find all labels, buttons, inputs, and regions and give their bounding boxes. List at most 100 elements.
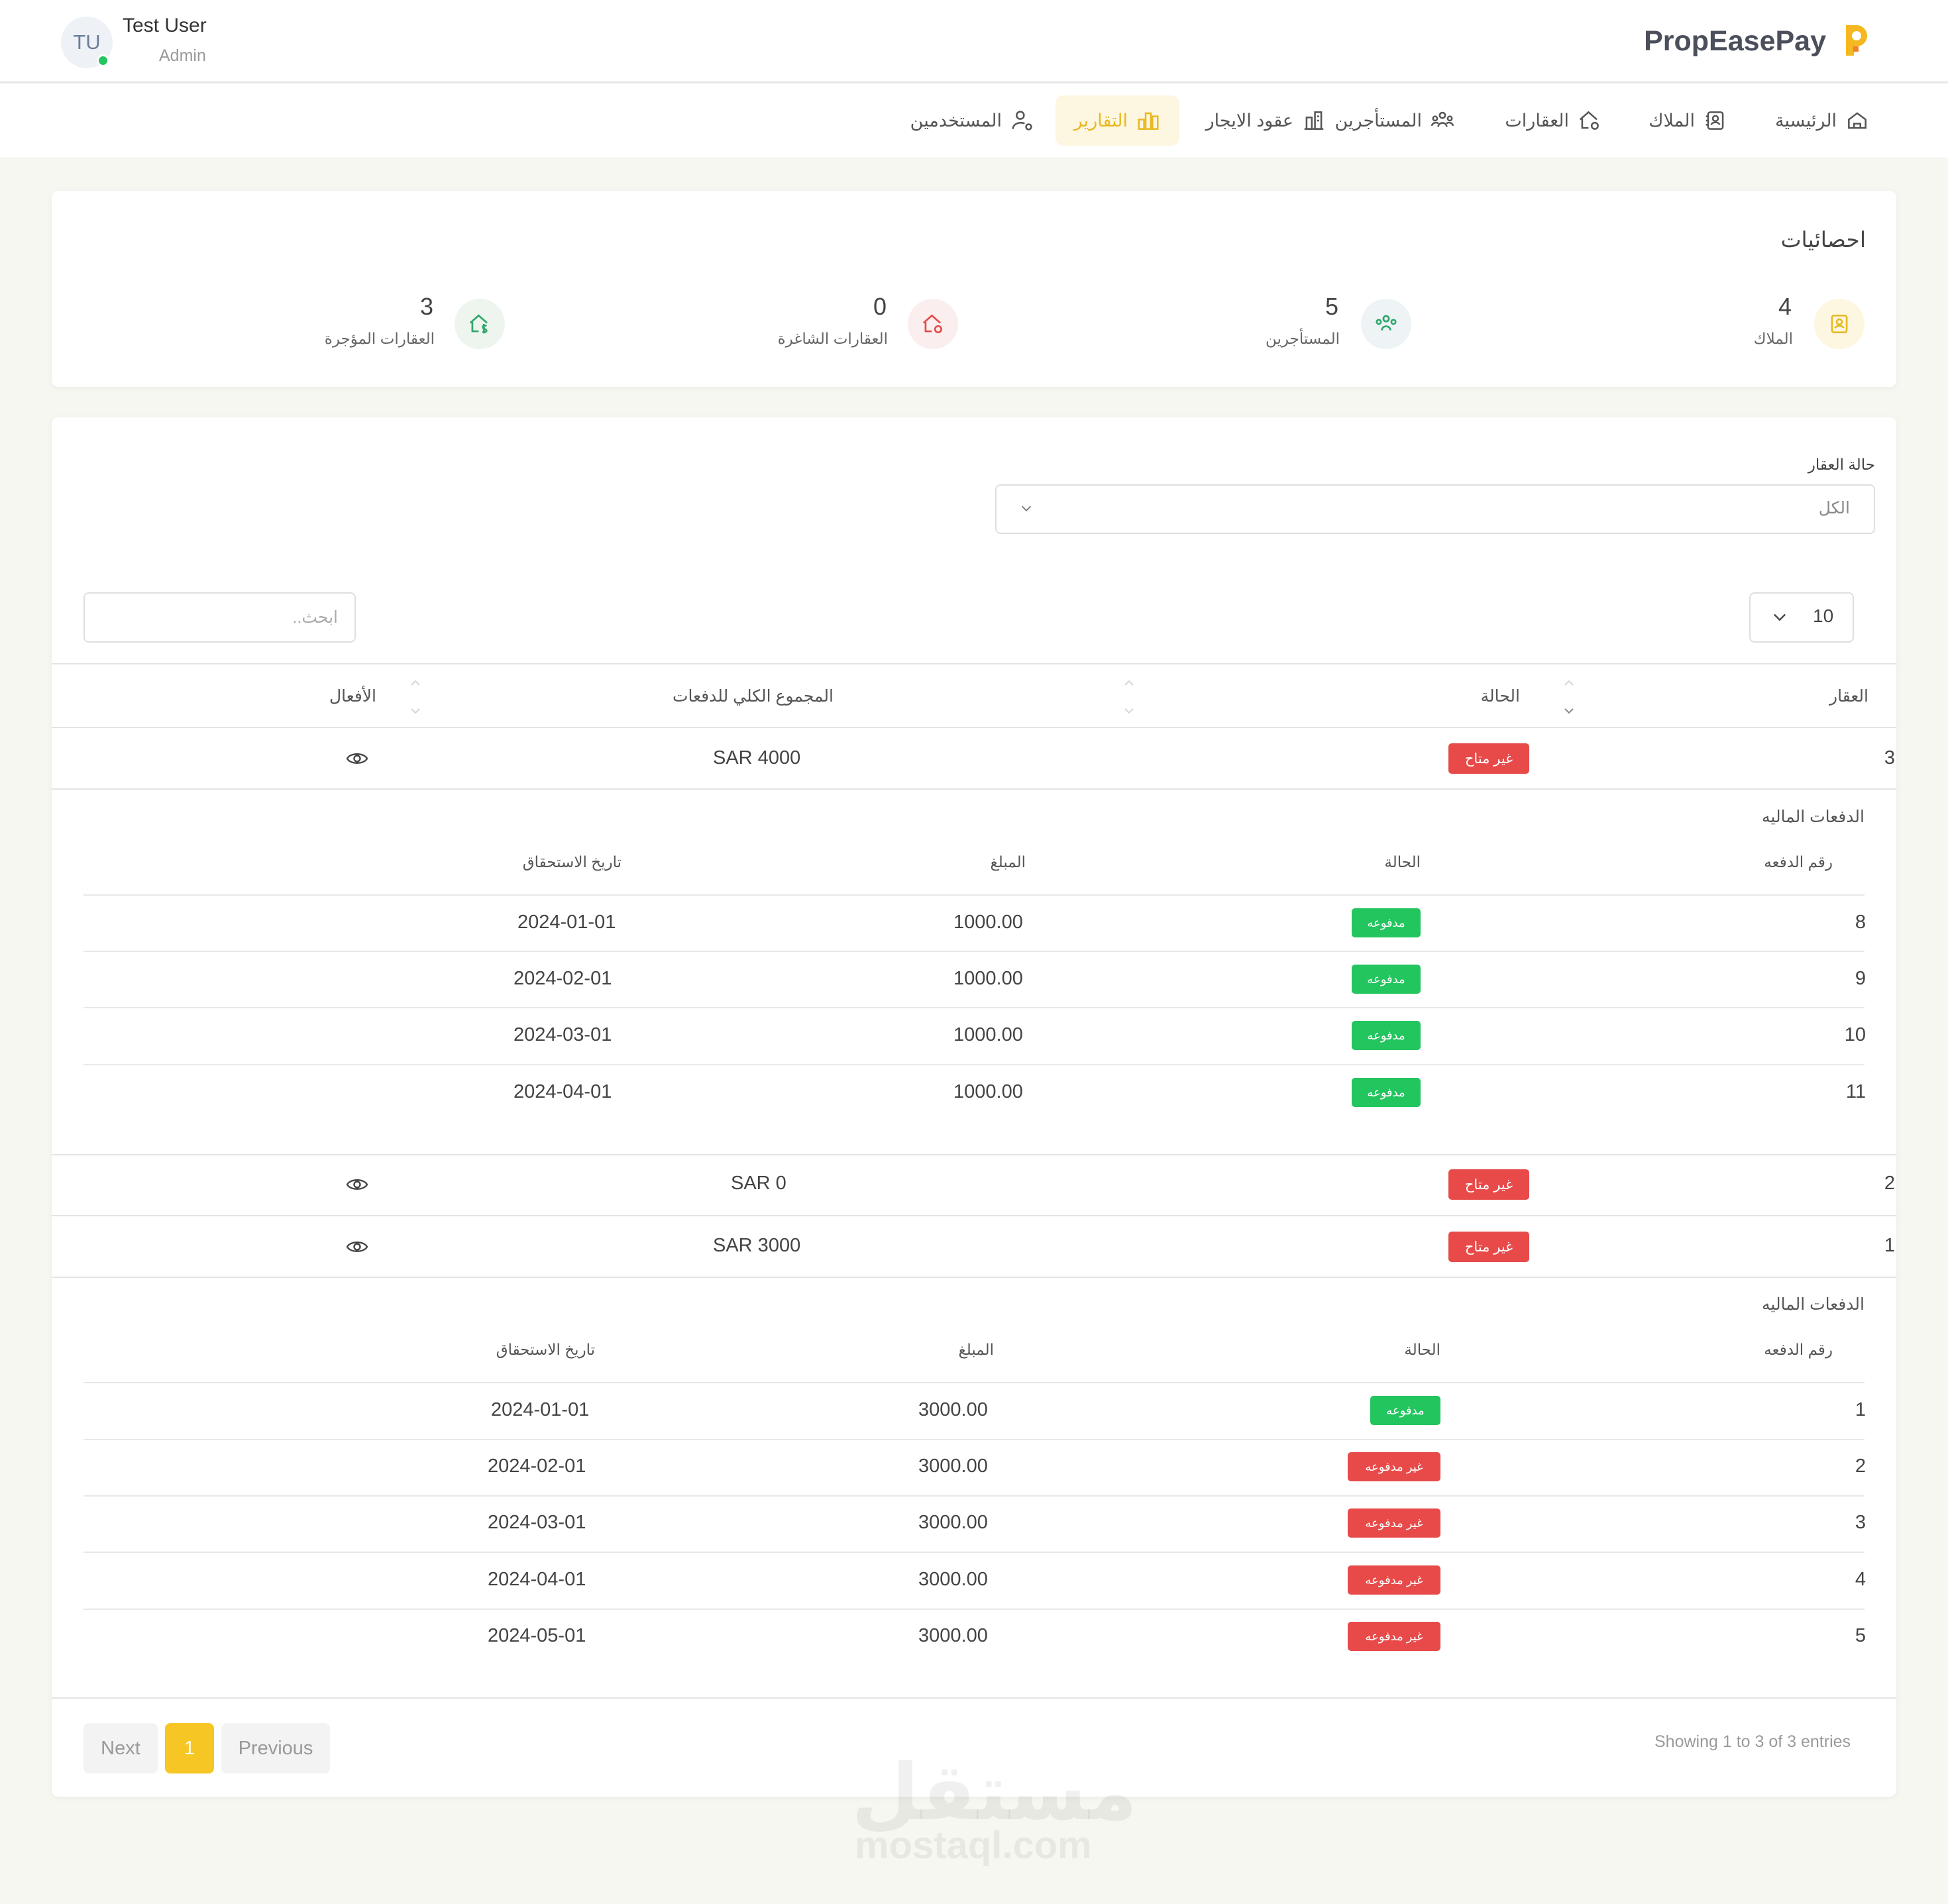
nav-reports-label: التقارير (1073, 110, 1128, 131)
house-gear-icon (1579, 111, 1599, 130)
stat-rented-badge (455, 299, 505, 349)
owners-icon (1705, 111, 1724, 130)
property-status-select[interactable] (995, 484, 1875, 534)
payment-due-date: 2024-04-01 (514, 1081, 612, 1102)
cell-property: 2 (1884, 1173, 1895, 1194)
page-size-value: 10 (1813, 606, 1834, 626)
payments-header-due: تاريخ الاستحقاق (496, 1341, 595, 1358)
lease-contract-icon (1304, 111, 1324, 130)
payment-due-date: 2024-05-01 (488, 1625, 586, 1646)
payment-status-badge: مدفوعه (1352, 965, 1421, 994)
payments-title: الدفعات الماليه (1762, 808, 1865, 826)
table-divider (52, 1697, 1896, 1699)
eye-icon[interactable] (345, 1175, 369, 1194)
payment-due-date: 2024-02-01 (514, 968, 612, 989)
cell-total: SAR 3000 (713, 1235, 801, 1256)
column-header-total[interactable]: المجموع الكلي للدفعات (673, 686, 834, 706)
eye-icon[interactable] (345, 749, 369, 768)
payment-amount: 3000.00 (918, 1399, 988, 1420)
stat-tenants-label: المستأجرين (1266, 330, 1340, 347)
payment-number: 8 (1855, 912, 1866, 933)
user-name: Test User (123, 15, 207, 36)
property-status-value: الكل (1818, 499, 1850, 517)
payment-due-date: 2024-01-01 (517, 912, 616, 933)
bar-chart-icon (1138, 112, 1159, 130)
payment-amount: 1000.00 (953, 912, 1023, 933)
table-divider (52, 663, 1896, 664)
nav-leases[interactable]: عقود الايجار (1187, 95, 1345, 146)
brand-logo-icon[interactable] (1842, 23, 1870, 58)
table-divider (52, 727, 1896, 728)
payment-status-badge: غير مدفوعه (1348, 1622, 1440, 1651)
payment-number: 1 (1855, 1399, 1866, 1420)
payments-header-amount: المبلغ (958, 1341, 995, 1358)
column-header-status[interactable]: الحالة (1481, 686, 1520, 706)
payments-title: الدفعات الماليه (1762, 1295, 1865, 1314)
column-header-property[interactable]: العقار (1829, 686, 1868, 706)
payments-divider (83, 1064, 1865, 1065)
payment-number: 4 (1855, 1569, 1866, 1590)
payments-divider (83, 1439, 1865, 1440)
page-1-button[interactable]: 1 (165, 1723, 214, 1773)
payments-divider (83, 1007, 1865, 1008)
sort-icon[interactable] (1122, 678, 1136, 715)
payment-number: 10 (1844, 1024, 1866, 1045)
payment-status-badge: مدفوعه (1370, 1396, 1440, 1425)
payment-number: 5 (1855, 1625, 1866, 1646)
stat-tenants-badge (1361, 299, 1411, 349)
column-header-actions[interactable]: الأفعال (329, 686, 376, 706)
payment-status-badge: مدفوعه (1352, 1078, 1421, 1107)
search-input[interactable] (93, 602, 338, 633)
page-size-select[interactable] (1749, 592, 1854, 643)
table-divider (52, 788, 1896, 790)
next-page-button[interactable]: Next (83, 1723, 158, 1773)
nav-properties-label: العقارات (1505, 110, 1569, 131)
payment-due-date: 2024-03-01 (514, 1024, 612, 1045)
chevron-down-icon (1019, 501, 1034, 515)
rented-house-icon (469, 314, 488, 334)
eye-icon[interactable] (345, 1237, 369, 1257)
payment-number: 9 (1855, 968, 1866, 989)
nav-properties[interactable]: العقارات (1486, 95, 1621, 146)
brand-name[interactable]: PropEasePay (1644, 25, 1826, 58)
nav-home-label: الرئيسية (1775, 110, 1837, 131)
payment-due-date: 2024-04-01 (488, 1569, 586, 1590)
payment-amount: 1000.00 (953, 1081, 1023, 1102)
status-badge: غير متاح (1448, 1169, 1529, 1200)
payments-divider (83, 951, 1865, 952)
stat-rented-value: 3 (419, 293, 433, 320)
watermark-latin: mostaql.com (855, 1824, 1092, 1867)
nav-owners[interactable]: الملاك (1630, 95, 1747, 146)
entries-info: Showing 1 to 3 of 3 entries (1654, 1732, 1851, 1751)
stats-title: احصائيات (1780, 227, 1866, 252)
status-badge: غير متاح (1448, 1232, 1529, 1262)
sort-icon[interactable] (1562, 678, 1576, 715)
previous-page-button[interactable]: Previous (221, 1723, 330, 1773)
table-divider (52, 1215, 1896, 1216)
payments-header-number: رقم الدفعه (1764, 1341, 1833, 1358)
nav-home[interactable]: الرئيسية (1757, 95, 1888, 146)
stat-owners-value: 4 (1778, 293, 1792, 320)
nav-leases-label: عقود الايجار (1205, 110, 1293, 131)
nav-users-label: المستخدمين (910, 110, 1002, 131)
chevron-down-icon (1770, 608, 1789, 626)
cell-total: SAR 0 (731, 1173, 786, 1194)
stat-owners-badge (1814, 299, 1865, 349)
nav-owners-label: الملاك (1649, 110, 1695, 131)
nav-reports[interactable]: التقارير (1055, 95, 1179, 146)
payment-amount: 3000.00 (918, 1569, 988, 1590)
cell-property: 3 (1884, 747, 1895, 768)
cell-property: 1 (1884, 1235, 1895, 1256)
payment-amount: 1000.00 (953, 968, 1023, 989)
stat-vacant-label: العقارات الشاغرة (777, 330, 888, 347)
payment-status-badge: مدفوعه (1352, 1021, 1421, 1050)
payment-number: 2 (1855, 1455, 1866, 1477)
tenants-icon (1376, 315, 1397, 331)
stat-owners-label: الملاك (1753, 330, 1793, 347)
payments-divider (83, 894, 1865, 896)
online-status-dot (97, 54, 109, 67)
sort-icon[interactable] (409, 678, 422, 715)
payment-due-date: 2024-03-01 (488, 1512, 586, 1533)
payments-header-number: رقم الدفعه (1764, 853, 1833, 871)
nav-users[interactable]: المستخدمين (892, 95, 1054, 146)
